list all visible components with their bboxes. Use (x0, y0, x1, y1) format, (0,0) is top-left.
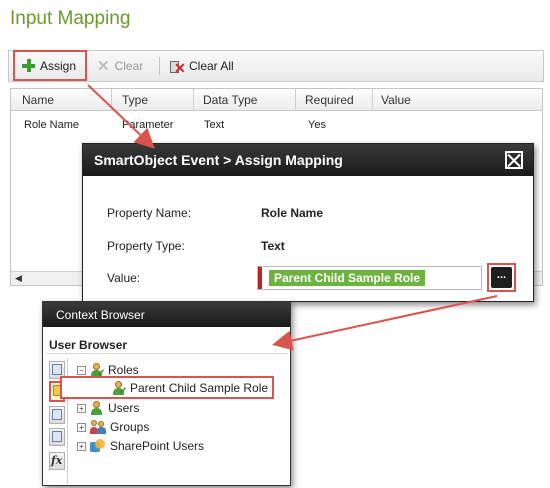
column-header-type[interactable]: Type (122, 93, 148, 107)
property-name-label: Property Name: (107, 206, 192, 220)
page-title: Input Mapping (10, 8, 131, 29)
tree-node-label: Parent Child Sample Role (130, 381, 269, 395)
dialog-header: SmartObject Event > Assign Mapping (83, 144, 533, 176)
toolbar: Assign ✕ Clear ✕ Clear All (8, 50, 544, 82)
tree-node-label: Roles (108, 363, 139, 377)
tree-node-label: Users (108, 401, 140, 415)
column-divider[interactable] (295, 89, 296, 111)
grid-icon (52, 431, 62, 442)
clear-button[interactable]: ✕ Clear (97, 51, 143, 81)
clear-x-icon: ✕ (97, 57, 110, 75)
collapse-icon[interactable]: − (77, 365, 86, 375)
object-icon (52, 409, 62, 420)
assign-button-label: Assign (40, 58, 77, 73)
dialog-title: SmartObject Event > Assign Mapping (94, 152, 343, 168)
expand-icon[interactable]: + (77, 441, 86, 451)
tree-node-parent-child-sample-role[interactable]: ✓ Parent Child Sample Role (112, 381, 269, 397)
context-browser-title: Context Browser (56, 308, 145, 322)
cell-required[interactable]: Yes (308, 119, 326, 131)
trash-icon: ✕ (168, 58, 186, 75)
role-icon: ✓ (112, 381, 127, 397)
window-icon (52, 364, 62, 375)
column-header-value[interactable]: Value (381, 93, 411, 107)
clear-button-label: Clear (114, 59, 144, 73)
function-icon: fx (51, 454, 63, 467)
side-tab-function[interactable]: fx (49, 452, 65, 470)
ellipsis-button-label: ... (491, 267, 512, 288)
assign-mapping-dialog: SmartObject Event > Assign Mapping Prope… (82, 143, 534, 302)
scroll-left-arrow-icon[interactable]: ◀ (15, 273, 22, 284)
value-chip[interactable]: Parent Child Sample Role (269, 270, 426, 286)
clear-all-button-label: Clear All (189, 59, 234, 73)
value-label: Value: (107, 271, 141, 285)
tree-node-label: SharePoint Users (110, 439, 205, 453)
value-field[interactable]: Parent Child Sample Role (257, 266, 482, 290)
role-icon: ✓ (90, 363, 105, 379)
group-icon (90, 420, 106, 434)
ellipsis-to-browser-arrow (272, 295, 498, 351)
tree-node-label: Groups (110, 420, 150, 434)
cell-type[interactable]: Parameter (122, 119, 173, 131)
required-indicator (258, 267, 262, 289)
side-tab-object[interactable] (49, 406, 65, 424)
column-header-data-type[interactable]: Data Type (203, 93, 257, 107)
plus-icon (22, 59, 35, 72)
tree-node-users[interactable]: + Users (77, 401, 139, 415)
ellipsis-button[interactable]: ... (487, 263, 516, 292)
property-type-label: Property Type: (107, 239, 185, 253)
context-browser-header: Context Browser (43, 302, 290, 327)
property-name-value: Role Name (261, 206, 324, 220)
grid-header: Name Type Data Type Required Value (11, 89, 542, 111)
expand-icon[interactable]: + (77, 422, 86, 432)
column-header-name[interactable]: Name (22, 93, 54, 107)
expand-icon[interactable]: + (77, 403, 86, 413)
cell-data-type[interactable]: Text (204, 119, 224, 131)
toolbar-separator (159, 57, 160, 75)
column-divider[interactable] (193, 89, 194, 111)
property-type-value: Text (261, 239, 285, 253)
tree-node-groups[interactable]: + Groups (77, 420, 149, 434)
column-divider[interactable] (372, 89, 373, 111)
column-divider[interactable] (111, 89, 112, 111)
column-header-required[interactable]: Required (305, 93, 354, 107)
user-icon (90, 401, 104, 415)
user-browser-heading: User Browser (45, 336, 288, 354)
side-tab-grid[interactable] (49, 428, 65, 446)
close-icon[interactable] (505, 151, 523, 169)
assign-button[interactable]: Assign (13, 50, 87, 81)
tree-node-roles[interactable]: − ✓ Roles (77, 363, 139, 379)
cell-name[interactable]: Role Name (24, 119, 79, 131)
clear-all-button[interactable]: ✕ Clear All (168, 51, 234, 81)
tree-node-sharepoint-users[interactable]: + SharePoint Users (77, 439, 204, 453)
sharepoint-icon (90, 439, 106, 453)
